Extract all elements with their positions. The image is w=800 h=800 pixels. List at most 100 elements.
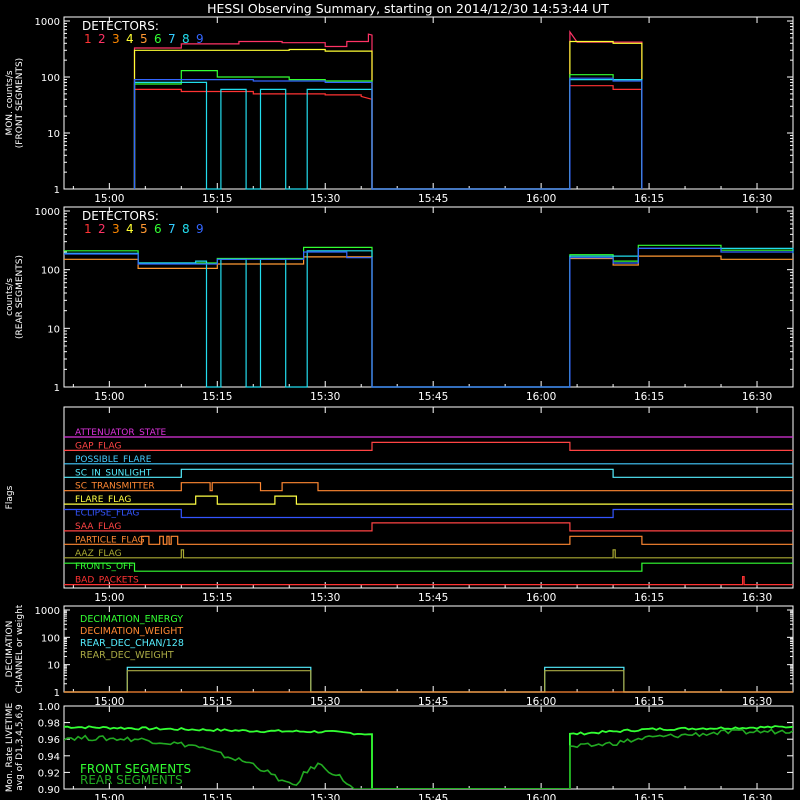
livetime-ytick-label: 0.94 [38,752,60,763]
livetime-xtick-label: 16:00 [526,793,556,800]
livetime-xtick-label: 15:15 [202,793,232,800]
rear-xtick-label: 16:00 [526,391,556,403]
front-xtick-label: 15:00 [94,193,124,205]
decim-ytick-label: 100 [41,633,60,644]
series-line-6 [133,69,643,190]
rear-detector-number: 9 [196,222,204,236]
flags-xtick-label: 15:15 [202,592,232,604]
rear-detector-number: 5 [140,222,148,236]
series-line-9 [133,77,643,190]
front-xtick-label: 15:30 [310,193,340,205]
decim-legend-2: REAR_DEC_CHAN/128 [80,638,184,649]
front-detectors-label: DETECTORS: [82,19,159,33]
rear-detector-number: 1 [84,222,92,236]
front-ylabel: (FRONT SEGMENTS) [15,58,25,148]
series-line-rear-dec-weight [64,670,793,693]
livetime-xtick-label: 15:00 [94,793,124,800]
livetime-ytick-label: 0.92 [38,768,60,779]
series-line-1 [133,85,643,190]
front-xtick-label: 16:15 [634,193,664,205]
series-line-8 [133,78,643,190]
decim-ytick-label: 1000 [35,606,60,617]
flags-xtick-label: 16:00 [526,592,556,604]
front-detector-number: 9 [196,32,204,46]
flags-xtick-label: 15:00 [94,592,124,604]
rear-ytick-label: 10 [47,324,60,335]
flag-line [64,468,793,478]
livetime-ylabel: avg of D1,3,4,5,6,9 [15,704,25,791]
livetime-ytick-label: 1.00 [38,702,60,713]
rear-ylabel: counts/s [5,278,15,316]
rear-detector-number: 7 [168,222,176,236]
decim-ytick-label: 1 [54,688,60,699]
front-xtick-label: 16:30 [742,193,772,205]
flag-line [64,562,793,572]
front-xtick-label: 15:45 [418,193,448,205]
front-detector-number: 7 [168,32,176,46]
rear-ytick-label: 1 [54,383,60,394]
flags-frame [63,406,794,589]
livetime-ytick-label: 0.96 [38,735,60,746]
plot-canvas: HESSI Observing Summary, starting on 201… [5,1,794,800]
front-detector-number: 1 [84,32,92,46]
series-line-5 [64,255,793,388]
series-line-6 [64,244,794,388]
rear-xtick-label: 15:15 [202,391,232,403]
livetime-xtick-label: 15:30 [310,793,340,800]
livetime-ytick-label: 0.90 [38,785,60,796]
decim-ylabel: CHANNEL or weight [15,604,25,693]
livetime-xtick-label: 16:30 [742,793,772,800]
rear-xtick-label: 16:30 [742,391,772,403]
front-detector-number: 4 [126,32,134,46]
rear-detectors-label: DETECTORS: [82,209,159,223]
flag-line [64,575,793,586]
rear-detector-number: 3 [112,222,120,236]
front-ytick-label: 10 [47,129,60,140]
front-detector-number: 8 [182,32,190,46]
flags-xtick-label: 16:15 [634,592,664,604]
front-ylabel: MON. counts/s [5,70,15,135]
front-detector-number: 2 [98,32,106,46]
front-ytick-label: 1000 [35,17,60,28]
front-ytick-label: 100 [41,73,60,84]
decim-legend-0: DECIMATION_ENERGY [80,614,183,625]
decim-legend-1: DECIMATION_WEIGHT [80,626,183,637]
flags-ylabel: Flags [5,485,15,509]
flag-line [64,495,793,505]
livetime-ytick-label: 0.98 [38,719,60,730]
rear-xtick-label: 15:45 [418,391,448,403]
rear-xtick-label: 15:00 [94,391,124,403]
front-detector-number: 5 [140,32,148,46]
flag-line [64,535,793,545]
livetime-xtick-label: 15:45 [418,793,448,800]
flags-xtick-label: 15:30 [310,592,340,604]
rear-detector-number: 6 [154,222,162,236]
flag-line [64,522,793,532]
livetime-xtick-label: 16:15 [634,793,664,800]
flags-xtick-label: 15:45 [418,592,448,604]
rear-xtick-label: 15:30 [310,391,340,403]
front-xtick-label: 15:15 [202,193,232,205]
livetime-ylabel: Mon. Rate LIVETIME [5,703,15,793]
hessi-summary-plot: HESSI Observing Summary, starting on 201… [0,0,800,800]
flag-line [64,482,793,492]
series-line-2 [133,30,643,190]
series-line-9 [64,247,794,388]
flag-line [64,549,793,559]
front-ytick-label: 1 [54,185,60,196]
series-line-4 [133,40,643,190]
plot-title: HESSI Observing Summary, starting on 201… [207,1,609,16]
livetime-legend-1: REAR SEGMENTS [80,773,183,787]
flag-line [64,508,793,519]
decim-ytick-label: 10 [47,661,60,672]
decim-ylabel: DECIMATION [5,621,15,678]
front-detector-number: 3 [112,32,120,46]
rear-xtick-label: 16:15 [634,391,664,403]
front-detector-number: 6 [154,32,162,46]
rear-detector-number: 2 [98,222,106,236]
rear-ytick-label: 100 [41,266,60,277]
series-line-8 [64,247,794,388]
front-xtick-label: 16:00 [526,193,556,205]
rear-ylabel: (REAR SEGMENTS) [15,255,25,339]
rear-ytick-label: 1000 [35,207,60,218]
